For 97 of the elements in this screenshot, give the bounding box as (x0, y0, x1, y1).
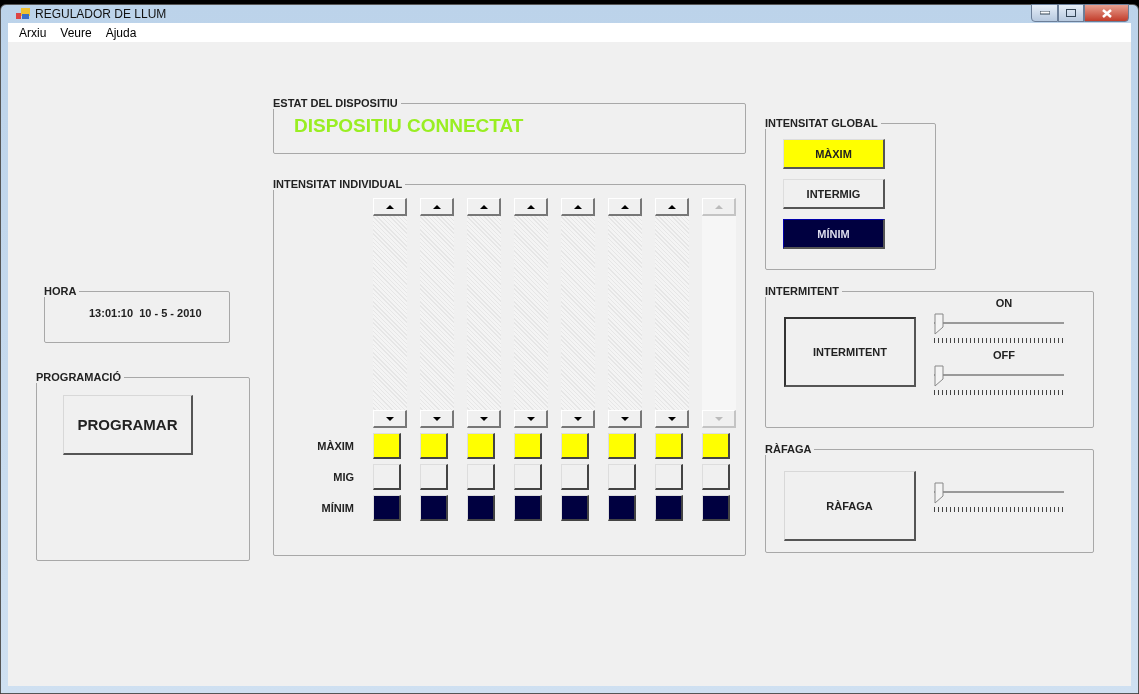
vertical-scrollbar[interactable] (561, 198, 595, 428)
blink-button[interactable]: INTERMITENT (784, 317, 916, 387)
scroll-down-button[interactable] (561, 410, 595, 428)
up-arrow-icon (573, 204, 582, 209)
level-button[interactable] (608, 495, 636, 521)
scroll-down-button[interactable] (467, 410, 501, 428)
vertical-scrollbar[interactable] (420, 198, 454, 428)
row-label: MÀXIM (317, 440, 354, 452)
scroll-up-button[interactable] (420, 198, 454, 216)
slider-thumb[interactable] (934, 365, 944, 387)
group-title: PROGRAMACIÓ (36, 371, 122, 383)
menu-item[interactable]: Ajuda (98, 25, 144, 40)
down-arrow-icon (573, 416, 582, 421)
scroll-down-button[interactable] (608, 410, 642, 428)
level-button[interactable] (373, 464, 401, 490)
level-button[interactable] (702, 495, 730, 521)
up-arrow-icon (667, 204, 676, 209)
status-text: DISPOSITIU CONNECTAT (294, 115, 525, 137)
level-button[interactable] (608, 464, 636, 490)
slider[interactable] (934, 365, 1064, 397)
scroll-up-button[interactable] (373, 198, 407, 216)
window-title: REGULADOR DE LLUM (35, 7, 167, 21)
level-button[interactable] (655, 495, 683, 521)
down-arrow-icon (479, 416, 488, 421)
level-button[interactable] (420, 433, 448, 459)
group-title: INTENSITAT INDIVIDUAL (273, 178, 404, 190)
level-button[interactable] (561, 495, 589, 521)
level-button[interactable] (608, 433, 636, 459)
close-button[interactable] (1084, 4, 1129, 22)
scroll-up-button[interactable] (561, 198, 595, 216)
slider[interactable] (934, 313, 1064, 345)
slider-thumb[interactable] (934, 313, 944, 335)
up-arrow-icon (479, 204, 488, 209)
row-label: MÍNIM (321, 502, 354, 514)
slider[interactable] (934, 482, 1064, 514)
level-button[interactable] (655, 433, 683, 459)
menu-item[interactable]: Veure (53, 25, 99, 40)
level-button[interactable] (467, 495, 495, 521)
level-button[interactable] (514, 433, 542, 459)
up-arrow-icon (432, 204, 441, 209)
scroll-down-button[interactable] (514, 410, 548, 428)
vertical-scrollbar[interactable] (373, 198, 407, 428)
group-title: INTERMITENT (765, 285, 840, 297)
up-arrow-icon (385, 204, 394, 209)
slider-label: OFF (993, 349, 1015, 361)
vertical-scrollbar[interactable] (608, 198, 642, 428)
down-arrow-icon (667, 416, 676, 421)
up-arrow-icon (620, 204, 629, 209)
down-arrow-icon (620, 416, 629, 421)
menu-item[interactable]: Arxiu (12, 25, 54, 40)
level-button[interactable] (420, 495, 448, 521)
down-arrow-icon (526, 416, 535, 421)
level-button[interactable] (702, 433, 730, 459)
scroll-down-button[interactable] (373, 410, 407, 428)
scroll-down-button[interactable] (655, 410, 689, 428)
level-button[interactable] (561, 464, 589, 490)
up-arrow-icon (526, 204, 535, 209)
scroll-up-button[interactable] (655, 198, 689, 216)
slider-label: ON (995, 297, 1013, 309)
level-button[interactable] (467, 464, 495, 490)
level-button[interactable] (514, 464, 542, 490)
app-icon (16, 8, 30, 20)
down-arrow-icon (714, 416, 723, 421)
scroll-down-button[interactable] (420, 410, 454, 428)
maximize-button[interactable] (1058, 4, 1084, 22)
vertical-scrollbar[interactable] (514, 198, 548, 428)
level-button[interactable] (420, 464, 448, 490)
intensity-button[interactable]: INTERMIG (783, 179, 885, 209)
level-button[interactable] (467, 433, 495, 459)
level-button[interactable] (373, 495, 401, 521)
group-title: INTENSITAT GLOBAL (765, 117, 879, 129)
vertical-scrollbar[interactable] (467, 198, 501, 428)
intensity-button[interactable]: MÍNIM (783, 219, 885, 249)
close-icon (1101, 8, 1112, 18)
scroll-up-button[interactable] (514, 198, 548, 216)
group-title: ESTAT DEL DISPOSITIU (273, 97, 399, 109)
maximize-icon (1066, 9, 1076, 17)
program-button[interactable]: PROGRAMAR (63, 395, 193, 455)
minimize-icon (1039, 11, 1050, 15)
scroll-up-button[interactable] (467, 198, 501, 216)
level-button[interactable] (373, 433, 401, 459)
group-title: HORA (44, 285, 78, 297)
row-label: MIG (333, 471, 354, 483)
slider-thumb[interactable] (934, 482, 944, 504)
level-button[interactable] (655, 464, 683, 490)
group-title: RÀFAGA (765, 443, 813, 455)
level-button[interactable] (561, 433, 589, 459)
down-arrow-icon (432, 416, 441, 421)
burst-button[interactable]: RÀFAGA (784, 471, 916, 541)
up-arrow-icon (714, 204, 723, 209)
clock-text: 13:01:10 10 - 5 - 2010 (89, 307, 203, 319)
vertical-scrollbar[interactable] (655, 198, 689, 428)
level-button[interactable] (514, 495, 542, 521)
level-button[interactable] (702, 464, 730, 490)
intensity-button[interactable]: MÀXIM (783, 139, 885, 169)
down-arrow-icon (385, 416, 394, 421)
scroll-up-button[interactable] (608, 198, 642, 216)
